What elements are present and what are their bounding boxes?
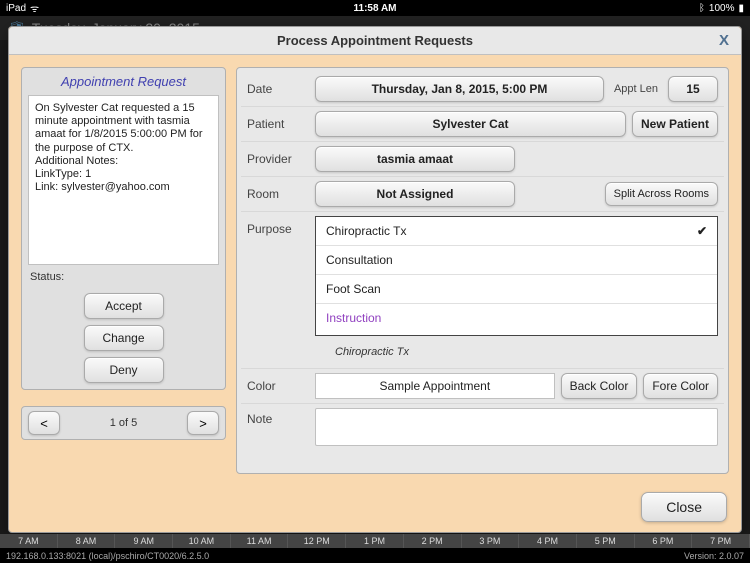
time-slot: 6 PM <box>635 534 693 548</box>
footer-right: Version: 2.0.07 <box>684 551 744 561</box>
time-slot: 4 PM <box>519 534 577 548</box>
time-slot: 2 PM <box>404 534 462 548</box>
time-slot: 7 PM <box>692 534 750 548</box>
request-title: Appointment Request <box>28 74 219 89</box>
request-text: On Sylvester Cat requested a 15 minute a… <box>28 95 219 265</box>
time-slot: 11 AM <box>231 534 289 548</box>
new-patient-button[interactable]: New Patient <box>632 111 718 137</box>
note-input[interactable] <box>315 408 718 446</box>
accept-button[interactable]: Accept <box>84 293 164 319</box>
footer-left: 192.168.0.133:8021 (local)/pschiro/CT002… <box>6 551 209 561</box>
dialog-close-button[interactable]: X <box>719 32 729 49</box>
fore-color-button[interactable]: Fore Color <box>643 373 718 399</box>
color-sample: Sample Appointment <box>315 373 555 399</box>
patient-label: Patient <box>247 117 309 131</box>
timeline: 7 AM 8 AM 9 AM 10 AM 11 AM 12 PM 1 PM 2 … <box>0 534 750 548</box>
purpose-selected-text: Chiropractic Tx <box>315 336 718 368</box>
time-slot: 8 AM <box>58 534 116 548</box>
patient-field[interactable]: Sylvester Cat <box>315 111 626 137</box>
form-panel: Date Thursday, Jan 8, 2015, 5:00 PM Appt… <box>236 67 729 474</box>
ipad-label: iPad <box>6 3 26 14</box>
process-appointment-dialog: Process Appointment Requests X Appointme… <box>8 26 742 533</box>
time-slot: 9 AM <box>115 534 173 548</box>
close-button[interactable]: Close <box>641 492 727 522</box>
note-label: Note <box>247 408 309 426</box>
date-field[interactable]: Thursday, Jan 8, 2015, 5:00 PM <box>315 76 604 102</box>
check-icon: ✔ <box>697 224 707 238</box>
battery-icon: ▮ <box>738 3 744 14</box>
purpose-item-footscan[interactable]: Foot Scan <box>316 275 717 304</box>
time-slot: 3 PM <box>462 534 520 548</box>
dialog-header: Process Appointment Requests X <box>9 27 741 55</box>
clock: 11:58 AM <box>354 3 397 14</box>
wifi-icon: ᯤ <box>30 1 39 15</box>
provider-field[interactable]: tasmia amaat <box>315 146 515 172</box>
request-box: Appointment Request On Sylvester Cat req… <box>21 67 226 390</box>
pager-row: < 1 of 5 > <box>21 406 226 440</box>
dialog-title: Process Appointment Requests <box>277 33 473 48</box>
back-color-button[interactable]: Back Color <box>561 373 638 399</box>
apptlen-label: Appt Len <box>610 83 662 95</box>
time-slot: 7 AM <box>0 534 58 548</box>
next-button[interactable]: > <box>187 411 219 435</box>
change-button[interactable]: Change <box>84 325 164 351</box>
pager-text: 1 of 5 <box>110 417 138 429</box>
bluetooth-icon: ᛒ <box>699 3 705 14</box>
split-rooms-button[interactable]: Split Across Rooms <box>605 182 718 206</box>
purpose-item-consultation[interactable]: Consultation <box>316 246 717 275</box>
left-panel: Appointment Request On Sylvester Cat req… <box>21 67 226 474</box>
battery-label: 100% <box>709 3 735 14</box>
color-label: Color <box>247 379 309 393</box>
provider-label: Provider <box>247 152 309 166</box>
time-slot: 10 AM <box>173 534 231 548</box>
time-slot: 5 PM <box>577 534 635 548</box>
room-field[interactable]: Not Assigned <box>315 181 515 207</box>
purpose-listbox[interactable]: Chiropractic Tx ✔ Consultation Foot Scan… <box>315 216 718 336</box>
prev-button[interactable]: < <box>28 411 60 435</box>
time-slot: 12 PM <box>288 534 346 548</box>
apptlen-field[interactable]: 15 <box>668 76 718 102</box>
purpose-item-instruction[interactable]: Instruction <box>316 304 717 332</box>
room-label: Room <box>247 187 309 201</box>
deny-button[interactable]: Deny <box>84 357 164 383</box>
status-label: Status: <box>28 265 219 293</box>
ipad-status-bar: iPad ᯤ 11:58 AM ᛒ 100% ▮ <box>0 0 750 16</box>
time-slot: 1 PM <box>346 534 404 548</box>
date-label: Date <box>247 82 309 96</box>
purpose-item-chiro[interactable]: Chiropractic Tx ✔ <box>316 217 717 246</box>
purpose-label: Purpose <box>247 216 309 368</box>
footer-bar: 192.168.0.133:8021 (local)/pschiro/CT002… <box>0 548 750 563</box>
